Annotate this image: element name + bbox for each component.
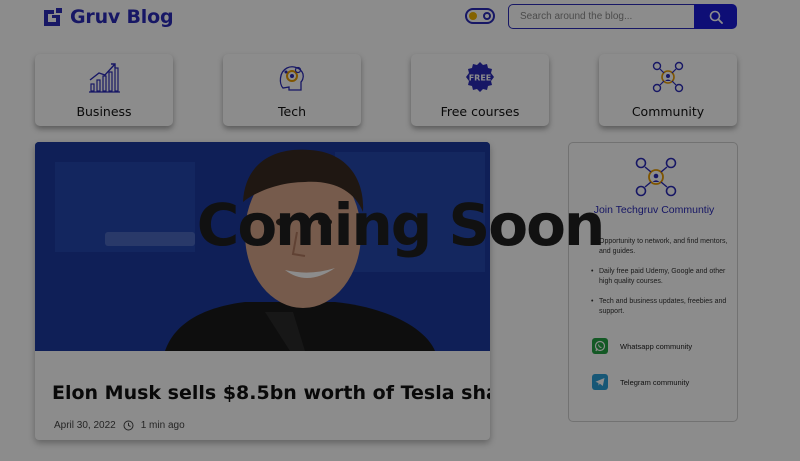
coming-soon-text: Coming Soon xyxy=(196,191,606,259)
coming-soon-overlay: Coming Soon xyxy=(0,0,800,461)
